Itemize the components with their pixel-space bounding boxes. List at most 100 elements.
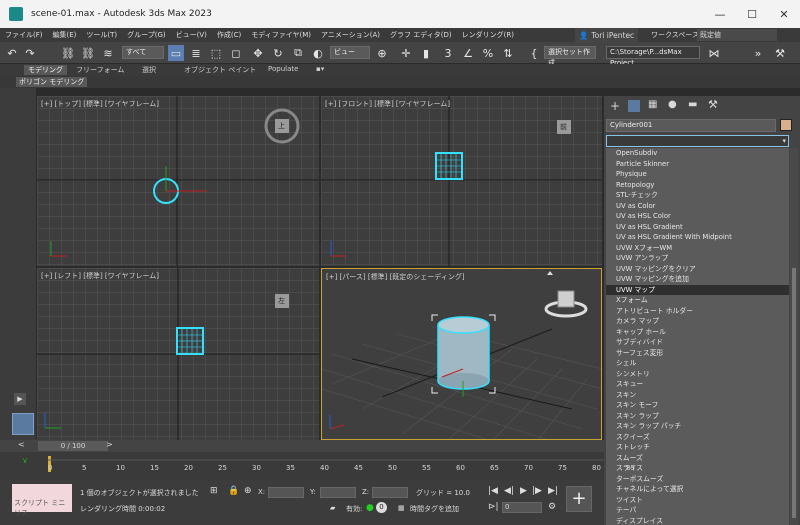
display-tab-icon[interactable]: ▬ (688, 99, 697, 110)
current-frame-field[interactable]: 0 (502, 502, 542, 513)
track-bar[interactable]: ⋎ 0 5 10 15 20 25 30 35 40 45 50 55 60 65 70 75 80 85 (0, 452, 635, 480)
workspace-select[interactable]: 既定値 (697, 29, 777, 41)
modifier-list-item[interactable]: スキン (606, 390, 789, 401)
transform-mode-icon[interactable]: ⊕ (244, 486, 252, 496)
z-coord-field[interactable] (372, 487, 408, 498)
project-path[interactable]: C:\Storage\P...dsMax Project (606, 46, 700, 67)
modifier-list-item[interactable]: スキン ラップ (606, 411, 789, 422)
filter-icon[interactable]: ⋎ (22, 456, 28, 465)
select-by-name-icon[interactable]: ≣ (188, 45, 204, 61)
modifier-list-item[interactable]: Physique (606, 169, 789, 180)
modifier-list-item[interactable]: Particle Skinner (606, 159, 789, 170)
viewport-front[interactable]: [+] [フロント] [標準] [ワイヤフレーム] 前 (321, 96, 602, 266)
play-animation-icon[interactable]: ▶ (520, 486, 527, 496)
time-tag-icon[interactable]: ▰ (330, 504, 335, 512)
menu-graph-editors[interactable]: グラフ エディタ(D) (385, 30, 457, 40)
window-crossing-icon[interactable]: ◻ (228, 45, 244, 61)
modifier-list-item[interactable]: サブディバイド (606, 337, 789, 348)
modifier-list-item[interactable]: スキン ラップ パッチ (606, 421, 789, 432)
modifier-list-item[interactable]: カメラ マップ (606, 316, 789, 327)
pivot-center-icon[interactable]: ⊕ (374, 45, 390, 61)
modifier-list-item[interactable]: Retopology (606, 180, 789, 191)
move-icon[interactable]: ✥ (250, 45, 266, 61)
maxscript-listener[interactable]: スクリプト ミニ リス (12, 484, 72, 517)
motion-tab-icon[interactable]: ● (668, 99, 677, 110)
modifier-list-item[interactable]: テーパ (606, 505, 789, 516)
viewport-layout-icon[interactable] (12, 413, 34, 435)
zoom-plus-button[interactable]: + (566, 486, 592, 512)
viewport-label-left[interactable]: [+] [レフト] [標準] [ワイヤフレーム] (41, 271, 159, 281)
viewcube-left-label[interactable]: 左 (278, 296, 285, 306)
mirror-icon[interactable]: ⋈ (706, 45, 722, 61)
viewport-left[interactable]: [+] [レフト] [標準] [ワイヤフレーム] 左 (37, 268, 319, 440)
viewcube-front-label[interactable]: 前 (560, 122, 567, 132)
y-coord-field[interactable] (320, 487, 356, 498)
named-selection-set[interactable]: 選択セット作成 (544, 46, 596, 67)
modifier-list-item[interactable]: シンメトリ (606, 369, 789, 380)
modifier-list-item[interactable]: UVW XフォーWM (606, 243, 789, 254)
object-color-swatch[interactable] (780, 119, 792, 131)
x-coord-field[interactable] (268, 487, 304, 498)
modifier-list-item[interactable]: Xフォーム (606, 295, 789, 306)
tab-selection[interactable]: 選択 (142, 65, 156, 75)
spinner-snap-icon[interactable]: ⇅ (500, 45, 516, 61)
viewcube-top-label[interactable]: 上 (278, 121, 285, 131)
scale-icon[interactable]: ⧉ (290, 45, 306, 61)
menu-create[interactable]: 作成(C) (212, 30, 246, 40)
close-button[interactable]: ✕ (768, 0, 800, 28)
tab-populate[interactable]: Populate (268, 65, 298, 73)
utilities-tab-icon[interactable]: ⚒ (708, 98, 718, 111)
ribbon-options-icon[interactable]: ▪▾ (316, 65, 324, 73)
time-slider-thumb[interactable]: 0 / 100 (38, 441, 108, 451)
key-mode-icon[interactable]: ⊳| (488, 502, 499, 512)
more-tools-icon[interactable]: » (750, 45, 766, 61)
modifier-list-item[interactable]: OpenSubdiv (606, 148, 789, 159)
viewport-label-perspective[interactable]: [+] [パース] [標準] [既定のシェーディング] (326, 272, 465, 282)
modifier-list-item[interactable]: UVW アンラップ (606, 253, 789, 264)
enable-indicator-icon[interactable]: ● (366, 503, 374, 513)
unlink-icon[interactable]: ⛓ (80, 45, 96, 61)
minimize-button[interactable]: — (704, 0, 736, 28)
prev-frame-icon[interactable]: < (18, 440, 25, 449)
go-start-icon[interactable]: |◀ (488, 486, 498, 496)
menu-animation[interactable]: アニメーション(A) (316, 30, 385, 40)
percent-snap-icon[interactable]: % (480, 45, 496, 61)
select-manipulate-icon[interactable]: ✛ (398, 45, 414, 61)
viewport-label-top[interactable]: [+] [トップ] [標準] [ワイヤフレーム] (41, 99, 159, 109)
next-frame-icon[interactable]: > (106, 440, 113, 449)
menu-views[interactable]: ビュー(V) (171, 30, 212, 40)
modifier-list-scrollbar[interactable] (790, 148, 798, 525)
adaptive-degradation-icon[interactable]: 0 (376, 502, 387, 513)
maximize-button[interactable]: ☐ (736, 0, 768, 28)
redo-icon[interactable]: ↷ (22, 45, 38, 61)
modifier-list-item[interactable]: スキュー (606, 379, 789, 390)
modifier-list-item[interactable]: UV as HSL Gradient With Midpoint (606, 232, 789, 243)
angle-snap-icon[interactable]: ∠ (460, 45, 476, 61)
menu-modifiers[interactable]: モディファイヤ(M) (246, 30, 316, 40)
modifier-list-item[interactable]: キャップ ホール (606, 327, 789, 338)
time-tag-icon-2[interactable]: ▦ (398, 504, 405, 512)
modifier-list-item[interactable]: UVW マッピングを追加 (606, 274, 789, 285)
selection-filter-dropdown[interactable]: すべて (122, 46, 164, 59)
menu-rendering[interactable]: レンダリング(R) (457, 30, 519, 40)
menu-edit[interactable]: 編集(E) (48, 30, 82, 40)
modifier-list-dropdown[interactable]: ▾ (606, 135, 789, 147)
modifier-list-item[interactable]: UV as HSL Color (606, 211, 789, 222)
isolate-icon[interactable]: ⊞ (210, 486, 218, 496)
viewport-perspective[interactable]: [+] [パース] [標準] [既定のシェーディング] (321, 268, 602, 440)
modifier-list-item[interactable]: ツイスト (606, 495, 789, 506)
edit-named-sets-icon[interactable]: { (526, 45, 542, 61)
modifier-list-item[interactable]: ディスプレイス (606, 516, 789, 525)
select-object-icon[interactable]: ▭ (168, 45, 184, 61)
modifier-list-item[interactable]: ターボスムーズ (606, 474, 789, 485)
modifier-list-item[interactable]: アトリビュート ホルダー (606, 306, 789, 317)
modifier-list-item[interactable]: UVW マップ (606, 284, 789, 295)
modifier-list-item[interactable]: スムーズ (606, 453, 789, 464)
hierarchy-tab-icon[interactable]: ▦ (648, 99, 657, 110)
polygon-modeling-button[interactable]: ポリゴン モデリング (16, 77, 88, 87)
ref-coord-dropdown[interactable]: ビュー (330, 46, 370, 59)
modifier-list-item[interactable]: スクイーズ (606, 432, 789, 443)
modifier-list-item[interactable]: ストレッチ (606, 442, 789, 453)
lock-icon[interactable]: 🔒 (228, 486, 239, 496)
menu-tools[interactable]: ツール(T) (81, 30, 122, 40)
